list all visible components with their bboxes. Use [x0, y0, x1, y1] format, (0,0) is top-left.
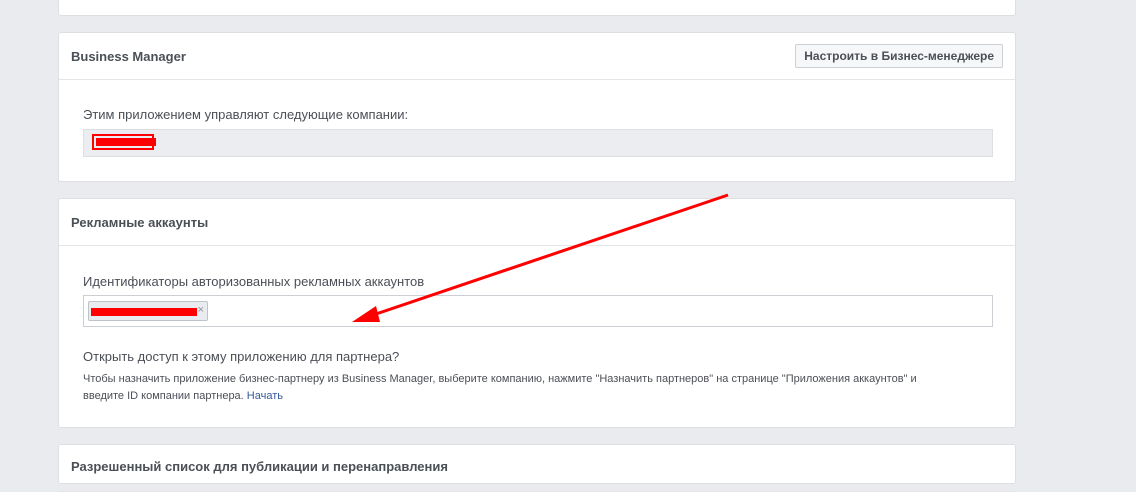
- configure-in-business-manager-button[interactable]: Настроить в Бизнес-менеджере: [795, 44, 1003, 68]
- share-help-text: Чтобы назначить приложение бизнес-партне…: [83, 371, 943, 405]
- share-help-body: Чтобы назначить приложение бизнес-партне…: [83, 373, 917, 402]
- remove-token-icon[interactable]: ×: [198, 304, 204, 316]
- ad-accounts-header: Рекламные аккаунты: [59, 199, 1015, 246]
- ad-accounts-panel: Рекламные аккаунты Идентификаторы автори…: [58, 198, 1016, 428]
- ad-account-redaction-mark: [91, 308, 197, 316]
- allowlist-header: Разрешенный список для публикации и пере…: [59, 445, 1015, 492]
- ad-accounts-title: Рекламные аккаунты: [71, 214, 209, 230]
- ad-account-ids-label: Идентификаторы авторизованных рекламных …: [83, 274, 425, 289]
- business-manager-panel: Business Manager Настроить в Бизнес-мене…: [58, 32, 1016, 182]
- ad-account-ids-input[interactable]: ×: [83, 295, 993, 327]
- company-redaction-mark: [96, 138, 156, 146]
- business-manager-header: Business Manager Настроить в Бизнес-мене…: [59, 33, 1015, 80]
- companies-label: Этим приложением управляют следующие ком…: [83, 107, 409, 122]
- allowlist-panel: Разрешенный список для публикации и пере…: [58, 444, 1016, 492]
- ad-account-token[interactable]: ×: [88, 301, 208, 321]
- share-with-partner-question: Открыть доступ к этому приложению для па…: [83, 349, 400, 364]
- start-link[interactable]: Начать: [247, 390, 283, 402]
- previous-panel: [58, 0, 1016, 16]
- business-manager-title: Business Manager: [71, 48, 186, 64]
- companies-field: [83, 129, 993, 157]
